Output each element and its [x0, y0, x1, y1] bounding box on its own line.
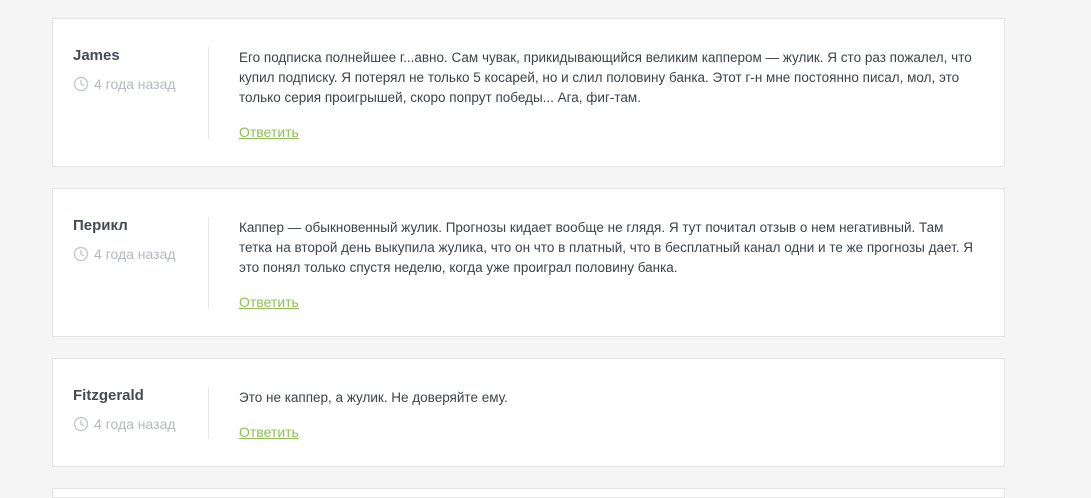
divider [208, 217, 209, 309]
comment-author: Fitzgerald [73, 387, 144, 404]
reply-link[interactable]: Ответить [239, 124, 299, 140]
comment-card: Fitzgerald 4 года назад Это не каппер, а… [52, 358, 1005, 467]
clock-icon [73, 76, 89, 92]
divider [208, 47, 209, 139]
clock-icon [73, 246, 89, 262]
comment-text: Его подписка полнейшее г...авно. Сам чув… [239, 50, 972, 105]
divider [208, 387, 209, 439]
reply-link[interactable]: Ответить [239, 424, 299, 440]
comment-text: Это не каппер, а жулик. Не доверяйте ему… [239, 390, 508, 405]
comment-time-label: 4 года назад [94, 76, 176, 92]
clock-icon [73, 416, 89, 432]
comment-time: 4 года назад [73, 76, 176, 92]
comment-time: 4 года назад [73, 416, 176, 432]
comment-author: James [73, 47, 120, 64]
comment-card: Перикл 4 года назад Каппер — обыкновенны… [52, 188, 1005, 337]
comment-card: James 4 года назад Его подписка полнейше… [52, 18, 1005, 167]
comment-author: Перикл [73, 217, 128, 234]
comment-time: 4 года назад [73, 246, 176, 262]
comment-card-partial [52, 488, 1005, 498]
reply-link[interactable]: Ответить [239, 294, 299, 310]
comment-time-label: 4 года назад [94, 246, 176, 262]
comment-time-label: 4 года назад [94, 416, 176, 432]
comment-text: Каппер — обыкновенный жулик. Прогнозы ки… [239, 220, 974, 275]
